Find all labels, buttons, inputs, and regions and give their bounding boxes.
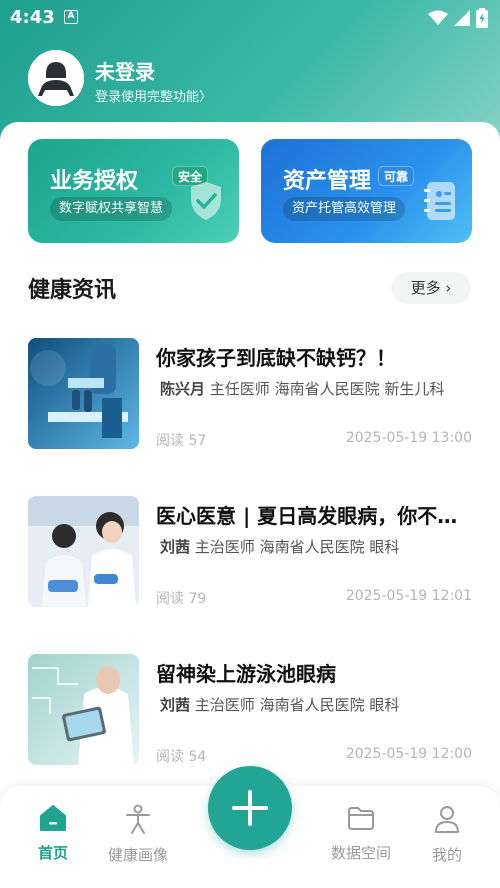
- article-author: 刘茜 主治医师 海南省人民医院 眼科: [160, 536, 472, 557]
- section-title-health-news: 健康资讯: [28, 278, 117, 303]
- notification-a-icon: A: [64, 10, 78, 24]
- author-role: 主治医师 海南省人民医院 眼科: [194, 538, 400, 556]
- article-author: 陈兴月 主任医师 海南省人民医院 新生儿科: [160, 378, 472, 399]
- feature-title: 资产管理: [283, 169, 372, 194]
- nav-label: 健康画像: [107, 846, 168, 864]
- feature-subtitle: 资产托管高效管理: [283, 197, 406, 221]
- feature-subtitle: 数字赋权共享智慧: [50, 197, 173, 221]
- plus-icon: [232, 790, 268, 826]
- author-name: 刘茜: [160, 538, 191, 556]
- article-item[interactable]: 你家孩子到底缺不缺钙？！ 陈兴月 主任医师 海南省人民医院 新生儿科 阅读 57…: [28, 338, 472, 450]
- login-subtitle-link[interactable]: 登录使用完整功能〉: [95, 86, 212, 105]
- nav-label: 数据空间: [330, 844, 391, 862]
- author-name: 陈兴月: [160, 380, 206, 398]
- nav-label: 我的: [431, 846, 462, 864]
- feature-tag: 可靠: [378, 166, 415, 186]
- nav-tab-mine[interactable]: 我的: [407, 804, 487, 865]
- feature-title: 业务授权: [50, 169, 139, 194]
- article-thumbnail: [28, 654, 139, 765]
- article-title: 你家孩子到底缺不缺钙？！: [156, 346, 396, 370]
- more-button[interactable]: 更多 ›: [391, 272, 471, 304]
- nav-tab-health-profile[interactable]: 健康画像: [98, 804, 178, 865]
- shield-check-icon: [191, 182, 221, 220]
- login-title: 未登录: [95, 60, 155, 84]
- read-count: 阅读 57: [156, 433, 207, 449]
- article-author: 刘茜 主治医师 海南省人民医院 眼科: [160, 694, 472, 715]
- article-item[interactable]: 医心医意 | 夏日高发眼病，你不可不知 刘茜 主治医师 海南省人民医院 眼科 阅…: [28, 496, 472, 608]
- person-icon: [126, 804, 150, 834]
- avatar[interactable]: [28, 50, 84, 106]
- nav-tab-home[interactable]: 首页: [13, 804, 93, 863]
- battery-icon: [476, 8, 488, 28]
- avatar-person-icon: [28, 50, 84, 106]
- article-title: 医心医意 | 夏日高发眼病，你不可不知: [156, 504, 472, 528]
- article-thumbnail: [28, 496, 139, 607]
- nav-tab-data-space[interactable]: 数据空间: [321, 804, 401, 863]
- read-count: 阅读 79: [156, 591, 207, 607]
- publish-date: 2025-05-19 12:01: [345, 588, 472, 604]
- folder-icon: [348, 807, 374, 830]
- home-icon: [40, 805, 66, 831]
- author-name: 刘茜: [160, 696, 191, 714]
- author-role: 主任医师 海南省人民医院 新生儿科: [209, 380, 445, 398]
- add-button[interactable]: [208, 766, 292, 850]
- article-item[interactable]: 留神染上游泳池眼病 刘茜 主治医师 海南省人民医院 眼科 阅读 54 2025-…: [28, 654, 472, 766]
- article-thumbnail: [28, 338, 139, 449]
- wifi-icon: [428, 10, 448, 25]
- nav-label: 首页: [37, 844, 68, 862]
- asset-management-card[interactable]: 资产管理 可靠 资产托管高效管理: [261, 139, 472, 243]
- read-count: 阅读 54: [156, 749, 207, 765]
- more-button-label: 更多: [410, 279, 441, 297]
- article-title: 留神染上游泳池眼病: [156, 662, 336, 686]
- user-icon: [435, 806, 459, 833]
- signal-icon: [454, 10, 470, 26]
- notebook-icon: [424, 182, 455, 220]
- business-authorization-card[interactable]: 业务授权 安全 数字赋权共享智慧: [28, 139, 239, 243]
- status-bar: 4:43 A: [0, 0, 500, 36]
- chevron-right-icon: ›: [445, 279, 452, 297]
- publish-date: 2025-05-19 13:00: [345, 430, 472, 446]
- publish-date: 2025-05-19 12:00: [345, 746, 472, 762]
- status-time: 4:43: [10, 7, 55, 28]
- author-role: 主治医师 海南省人民医院 眼科: [194, 696, 400, 714]
